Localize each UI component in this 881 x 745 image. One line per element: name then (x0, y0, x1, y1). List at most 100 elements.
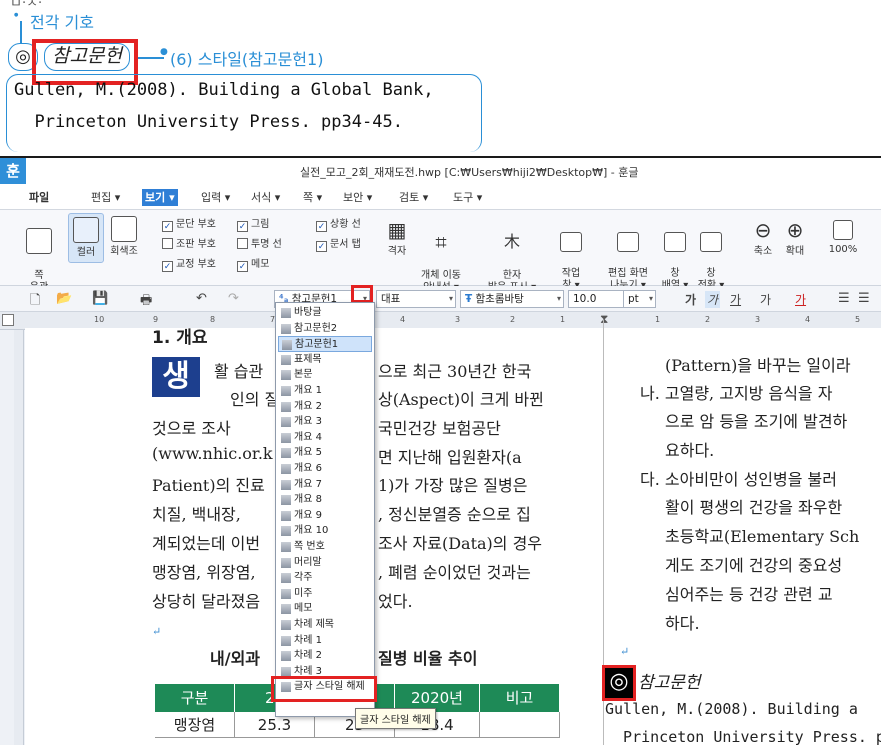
style-list-label: 개요 10 (294, 525, 329, 537)
zoom-out-button[interactable]: ⊖ 축소 (750, 216, 776, 258)
save-icon[interactable]: 💾 (92, 291, 108, 306)
menu-insert[interactable]: 입력 ▾ (198, 189, 233, 206)
check-picture[interactable]: ✓ 그림 (237, 218, 269, 232)
check-layout-mark[interactable]: 조판 부호 (162, 238, 216, 252)
style-list-item[interactable]: 개요 4 (278, 430, 372, 446)
align-justify-icon[interactable]: ☰ (838, 291, 850, 306)
body-line: 것으로 조사 (152, 419, 231, 438)
style-list-item[interactable]: 개요 6 (278, 461, 372, 477)
style-list-item[interactable]: 차례 제목 (278, 617, 372, 633)
zoom-in-button[interactable]: ⊕ 확대 (782, 216, 808, 258)
style-paragraph-icon (281, 651, 291, 662)
style-paragraph-icon (281, 308, 291, 318)
style-list-item[interactable]: 개요 1 (278, 383, 372, 399)
check-proofread-mark[interactable]: ✓ 교정 부호 (162, 258, 216, 272)
highlight-style-dropdown (351, 285, 373, 303)
font-color-icon[interactable]: 가 (795, 291, 806, 308)
font-size-input[interactable]: 10.0 (568, 290, 624, 308)
ruler-num: 2 (705, 315, 711, 324)
menu-review[interactable]: 검토 ▾ (396, 189, 431, 206)
style-list-label: 개요 4 (294, 431, 322, 443)
color-label: 컬러 (76, 247, 96, 258)
style-list-item[interactable]: 메모 (278, 601, 372, 617)
drop-cap: 생 (152, 357, 200, 397)
menu-file[interactable]: 파일 (26, 189, 52, 206)
style-list-item[interactable]: 바탕글 (278, 305, 372, 321)
strikethrough-icon[interactable]: 가 (760, 291, 771, 308)
menu-page[interactable]: 쪽 ▾ (300, 189, 325, 206)
style-list-item[interactable]: 표제목 (278, 352, 372, 368)
italic-icon[interactable]: 가 (705, 291, 721, 308)
style-list-label: 참고문헌2 (294, 322, 338, 334)
font-size-unit-value: pt (628, 293, 639, 305)
edit-split-icon (617, 232, 639, 252)
underline-icon[interactable]: 가 (730, 291, 741, 308)
menu-format[interactable]: 서식 ▾ (248, 189, 283, 206)
menu-tools[interactable]: 도구 ▾ (450, 189, 485, 206)
style-list-item[interactable]: 머리말 (278, 555, 372, 571)
menu-view[interactable]: 보기 ▾ (142, 189, 178, 206)
style-dropdown-list[interactable]: 바탕글참고문헌2 참고문헌1 표제목본문 개요 1 개요 2 개요 3 개요 4 개요 5 개요… (275, 302, 375, 717)
check-memo[interactable]: ✓ 메모 (237, 258, 269, 272)
new-doc-icon[interactable]: 🗋 (30, 291, 40, 313)
work-window-button[interactable]: 작업 창 ▾ (556, 216, 586, 292)
style-list-item[interactable]: 개요 8 (278, 492, 372, 508)
style-list-item[interactable]: 참고문헌2 (278, 321, 372, 337)
format-toolbar: 🗋 📂 💾 🖶 ↶ ↷ ⁴ₐ 참고문헌1 ▾ 대표 ▾ Ŧ 함초롬바탕 ▾ 10… (0, 286, 881, 312)
style-list-label: 표제목 (294, 353, 322, 365)
style-list-item[interactable]: 개요 7 (278, 477, 372, 493)
check-para-mark[interactable]: ✓ 문단 부호 (162, 218, 216, 232)
font-select[interactable]: Ŧ 함초롬바탕 ▾ (460, 290, 564, 308)
zoom-100-button[interactable]: 100% (826, 216, 860, 256)
undo-icon[interactable]: ↶ (196, 291, 207, 306)
check-doc-tab[interactable]: ✓ 문서 탭 (316, 238, 361, 252)
print-icon[interactable]: 🖶 (140, 291, 152, 313)
style-list-item[interactable]: 차례 1 (278, 633, 372, 649)
language-select[interactable]: 대표 ▾ (376, 290, 456, 308)
body-line: 면 지난해 입원환자(a (378, 448, 522, 467)
window-switch-button[interactable]: 창 전환 ▾ (696, 216, 726, 292)
table-header-cell: 비고 (480, 684, 560, 712)
style-list-label: 각주 (294, 572, 313, 584)
font-size-unit[interactable]: pt ▾ (624, 290, 656, 308)
style-list-label: 머리말 (294, 556, 322, 568)
style-list-item[interactable]: 참고문헌1 (278, 336, 372, 353)
style-list-item[interactable]: 개요 2 (278, 399, 372, 415)
style-list-item[interactable]: 차례 2 (278, 648, 372, 664)
menu-security[interactable]: 보안 ▾ (340, 189, 375, 206)
style-list-item[interactable]: 각주 (278, 570, 372, 586)
window-arrange-button[interactable]: 창 배열 ▾ (660, 216, 690, 292)
redo-icon[interactable]: ↷ (228, 291, 239, 306)
return-mark-icon: ↵ (152, 625, 162, 638)
style-list-label: 개요 5 (294, 447, 322, 459)
color-button[interactable]: 컬러 (68, 213, 104, 263)
check-transparent-line[interactable]: 투명 선 (237, 238, 282, 252)
bold-icon[interactable]: 가 (685, 291, 696, 308)
table-header-cell: 구분 (155, 684, 235, 712)
grid-button[interactable]: ▦ 격자 (382, 216, 412, 258)
grayscale-button[interactable]: 회색조 (106, 216, 142, 258)
align-left-icon[interactable]: ☰ (858, 291, 870, 306)
style-list-label: 바탕글 (294, 307, 322, 318)
style-list-item[interactable]: 개요 3 (278, 414, 372, 430)
style-list-item[interactable]: 쪽 번호 (278, 539, 372, 555)
style-paragraph-icon (281, 370, 291, 381)
style-list-item[interactable]: 개요 10 (278, 523, 372, 539)
double-circle-icon: ◎ (609, 669, 629, 694)
object-move-guide-button[interactable]: ⌗ 개체 이동 안내선 ▾ (416, 216, 466, 294)
indent-marker-icon[interactable]: ⧗ (600, 312, 608, 327)
menu-edit[interactable]: 편집 ▾ (88, 189, 123, 206)
style-list-item[interactable]: 미주 (278, 586, 372, 602)
page-outline-button[interactable]: 쪽 윤곽 (22, 216, 56, 294)
open-folder-icon[interactable]: 📂 (56, 291, 72, 306)
edit-split-button[interactable]: 편집 화면 나누기 ▾ (604, 216, 652, 292)
ruler-corner-icon[interactable] (2, 314, 14, 326)
style-list-item[interactable]: 개요 5 (278, 445, 372, 461)
vertical-ruler[interactable] (14, 330, 24, 745)
hanja-reading-button[interactable]: 木 한자 발음 표시 ▾ (484, 216, 540, 294)
app-logo-icon[interactable]: 훈 (0, 158, 26, 184)
style-list-item[interactable]: 개요 9 (278, 508, 372, 524)
ruler-num: 3 (455, 315, 461, 324)
style-list-item[interactable]: 본문 (278, 367, 372, 383)
check-situation-line[interactable]: ✓ 상황 선 (316, 218, 361, 232)
